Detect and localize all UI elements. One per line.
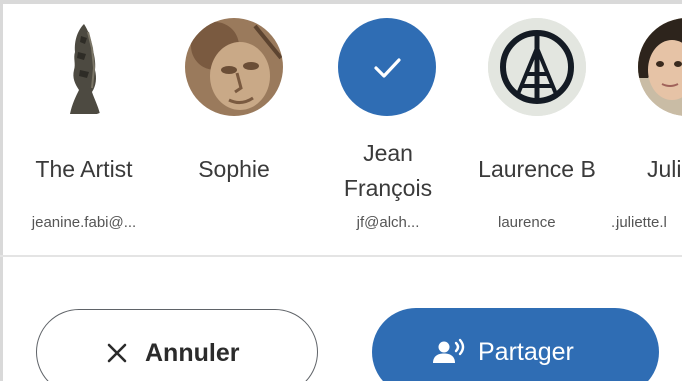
cancel-button[interactable]: Annuler <box>36 309 318 381</box>
avatar-selected <box>338 18 436 116</box>
contact-email: laurence <box>498 214 556 231</box>
person-voice-icon <box>433 338 465 363</box>
contact-name-last: François <box>343 175 433 201</box>
left-border <box>0 0 3 381</box>
divider <box>0 255 682 257</box>
contact-name-first: Jean <box>363 140 413 166</box>
cancel-label: Annuler <box>145 339 240 367</box>
stone-relief-face-photo <box>185 18 283 116</box>
contact-name: Sophie <box>198 156 270 182</box>
contact-jean-francois[interactable]: Jean François jf@alch... <box>318 0 458 250</box>
contact-email: jf@alch... <box>356 214 420 231</box>
contact-juliette[interactable]: Juli juliette.l <box>616 0 682 250</box>
contact-laurence-b[interactable]: Laurence B laurence ... <box>467 0 624 250</box>
share-button[interactable]: Partager <box>372 308 659 381</box>
peace-eiffel-symbol <box>488 18 586 116</box>
person-photo <box>638 18 682 116</box>
check-icon <box>374 58 401 78</box>
contact-email: jeanine.fabi@... <box>31 214 137 231</box>
contact-sophie[interactable]: Sophie <box>164 0 304 250</box>
avatar <box>185 18 283 116</box>
bronze-sculpture-photo <box>70 24 100 114</box>
contact-name: The Artist <box>35 156 133 182</box>
share-sheet: The Artist jeanine.fabi@... Sophie Jean <box>0 0 682 381</box>
avatar <box>638 18 682 116</box>
close-icon <box>107 343 127 363</box>
contact-email: juliette.l <box>616 214 667 231</box>
avatar <box>34 18 132 116</box>
share-label: Partager <box>478 338 574 366</box>
contact-name: Juli <box>647 156 682 182</box>
avatar <box>488 18 586 116</box>
contact-the-artist[interactable]: The Artist jeanine.fabi@... <box>14 0 154 250</box>
contact-name: Laurence B <box>478 156 596 182</box>
